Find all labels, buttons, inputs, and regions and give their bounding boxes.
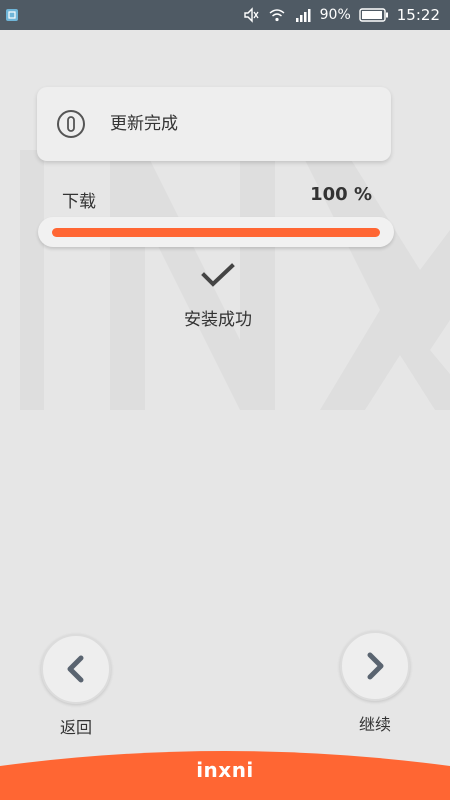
brand-logo: inxni <box>196 758 254 782</box>
back-label[interactable]: 返回 <box>60 714 92 738</box>
status-bar: 90% 15:22 <box>0 0 450 30</box>
battery-percent: 90% <box>319 7 351 23</box>
download-progress-fill <box>52 228 380 237</box>
chevron-left-icon <box>67 655 84 683</box>
continue-button[interactable] <box>340 631 410 701</box>
signal-icon <box>295 9 311 22</box>
status-right: 90% 15:22 <box>242 0 440 30</box>
check-icon <box>201 263 235 287</box>
footer: inxni <box>0 744 450 800</box>
update-status-text: 更新完成 <box>110 114 178 134</box>
back-button[interactable] <box>41 634 111 704</box>
battery-icon <box>359 8 388 22</box>
download-percent: 100 % <box>310 184 372 205</box>
chevron-right-icon <box>367 652 384 680</box>
wifi-icon <box>269 9 285 22</box>
install-success-text: 安装成功 <box>184 310 252 330</box>
info-icon <box>57 110 85 138</box>
download-label: 下载 <box>62 192 96 212</box>
update-status-card: 更新完成 <box>37 87 391 161</box>
screenshot-icon <box>6 9 18 21</box>
download-progress-bar <box>38 217 394 247</box>
mute-icon <box>243 7 259 23</box>
continue-label[interactable]: 继续 <box>359 711 391 735</box>
clock: 15:22 <box>396 6 440 24</box>
